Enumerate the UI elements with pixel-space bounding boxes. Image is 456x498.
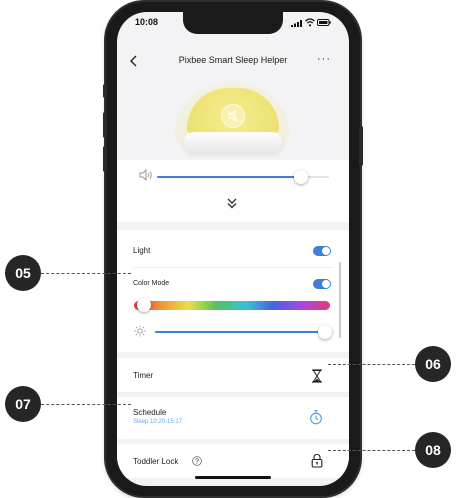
brightness-slider[interactable] xyxy=(155,325,332,339)
callout-05-line xyxy=(41,273,131,274)
mute-icon xyxy=(221,104,245,128)
lamp-base xyxy=(184,132,282,152)
mute-switch xyxy=(103,84,107,98)
brightness-slider-thumb[interactable] xyxy=(318,325,332,339)
light-label: Light xyxy=(133,246,151,255)
hourglass-icon[interactable] xyxy=(311,369,323,383)
callout-06-badge: 06 xyxy=(415,346,451,382)
schedule-row[interactable]: Schedule Sleep 10:20-15:17 xyxy=(117,397,349,439)
wifi-icon xyxy=(305,18,315,27)
page-title: Pixbee Smart Sleep Helper xyxy=(178,55,288,65)
device-image xyxy=(117,80,349,160)
double-chevron-down-icon[interactable] xyxy=(225,196,239,210)
volume-slider-thumb[interactable] xyxy=(294,170,308,184)
app-screen: 10:08 Pixbee Smart Sleep Helper ··· Ligh… xyxy=(117,12,349,486)
notch xyxy=(183,12,283,34)
volume-slider[interactable] xyxy=(157,170,329,184)
volume-card xyxy=(117,160,349,222)
divider xyxy=(133,267,333,268)
callout-07-badge: 07 xyxy=(5,386,41,422)
brightness-icon xyxy=(134,325,146,337)
color-mode-toggle-knob xyxy=(322,280,330,288)
callout-08-line xyxy=(328,450,415,451)
volume-up-button xyxy=(103,112,107,138)
schedule-label: Schedule xyxy=(133,408,167,417)
light-card: Light Color Mode xyxy=(117,230,349,352)
callout-06-line xyxy=(328,364,415,365)
color-mode-toggle[interactable] xyxy=(313,279,331,289)
volume-down-button xyxy=(103,146,107,172)
light-toggle[interactable] xyxy=(313,246,331,256)
color-hue-slider[interactable] xyxy=(134,298,330,312)
timer-row[interactable]: Timer xyxy=(117,358,349,392)
status-time: 10:08 xyxy=(135,17,159,27)
toddler-lock-row[interactable]: Toddler Lock xyxy=(117,444,349,478)
color-hue-slider-thumb[interactable] xyxy=(137,298,151,312)
scrollbar[interactable] xyxy=(339,262,341,338)
callout-07-line xyxy=(41,404,131,405)
battery-icon xyxy=(317,19,331,26)
toddler-lock-label: Toddler Lock xyxy=(133,457,179,466)
stopwatch-icon[interactable] xyxy=(309,409,323,425)
color-mode-label: Color Mode xyxy=(133,280,170,287)
home-indicator xyxy=(195,476,271,479)
callout-05-badge: 05 xyxy=(5,255,41,291)
app-header: Pixbee Smart Sleep Helper ··· xyxy=(117,50,349,74)
signal-icon xyxy=(291,20,302,27)
more-options-icon[interactable]: ··· xyxy=(317,54,331,65)
timer-label: Timer xyxy=(133,371,154,380)
callout-08-badge: 08 xyxy=(415,432,451,468)
power-button xyxy=(359,126,363,166)
schedule-time: Sleep 10:20-15:17 xyxy=(133,419,183,425)
volume-slider-fill xyxy=(157,176,301,178)
help-circle-icon[interactable] xyxy=(192,456,202,466)
lock-icon[interactable] xyxy=(311,453,323,468)
speaker-icon xyxy=(139,169,152,181)
light-toggle-knob xyxy=(322,247,330,255)
